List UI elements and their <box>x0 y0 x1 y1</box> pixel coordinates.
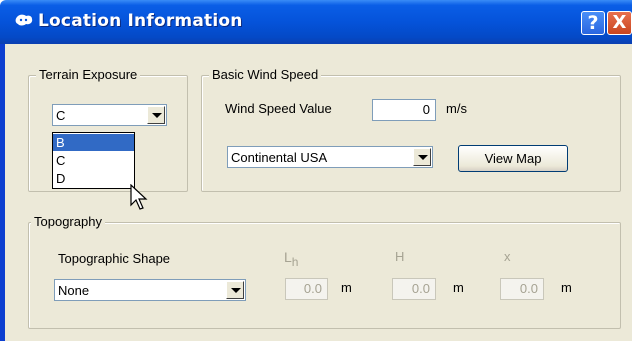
lh-label-main: L <box>284 249 292 265</box>
wind-speed-unit: m/s <box>446 101 467 116</box>
x-input[interactable]: 0.0 <box>500 278 544 300</box>
lh-label-sub: h <box>291 254 299 269</box>
dropdown-option-b[interactable]: B <box>53 134 134 151</box>
basic-wind-speed-label: Basic Wind Speed <box>209 67 322 82</box>
basic-wind-speed-group: Basic Wind Speed <box>201 67 621 192</box>
title-bar[interactable]: Location Information ? X <box>0 0 632 44</box>
topographic-shape-label: Topographic Shape <box>58 251 171 266</box>
terrain-exposure-dropdown: B C D <box>52 132 135 189</box>
chevron-down-icon[interactable] <box>413 148 431 166</box>
wind-speed-input[interactable]: 0 <box>372 99 436 121</box>
topographic-shape-select[interactable]: None <box>54 279 246 301</box>
location-information-dialog: Location Information ? X Terrain Exposur… <box>0 0 632 341</box>
help-button[interactable]: ? <box>581 11 605 35</box>
close-button[interactable]: X <box>607 11 632 35</box>
lh-label: Lh <box>284 249 298 269</box>
topography-label: Topography <box>31 214 105 229</box>
h-unit: m <box>453 280 464 295</box>
x-label: x <box>504 249 511 264</box>
h-input[interactable]: 0.0 <box>392 278 436 300</box>
terrain-exposure-select[interactable]: C <box>52 104 167 126</box>
mouse-pointer-icon <box>130 184 148 210</box>
lh-input[interactable]: 0.0 <box>285 278 328 300</box>
lh-unit: m <box>341 280 352 295</box>
terrain-exposure-value: C <box>56 108 66 123</box>
wind-region-select[interactable]: Continental USA <box>227 146 433 168</box>
wind-speed-value-label: Wind Speed Value <box>225 101 332 116</box>
chevron-down-icon[interactable] <box>147 106 165 124</box>
topography-group: Topography <box>28 214 621 329</box>
topographic-shape-value: None <box>58 283 90 298</box>
terrain-exposure-label: Terrain Exposure <box>36 67 141 82</box>
dropdown-option-d[interactable]: D <box>53 170 134 187</box>
wind-region-value: Continental USA <box>231 150 328 165</box>
view-map-button[interactable]: View Map <box>458 145 568 172</box>
chevron-down-icon[interactable] <box>226 281 244 299</box>
h-label: H <box>395 249 405 264</box>
x-unit: m <box>561 280 572 295</box>
window-title: Location Information <box>38 11 243 31</box>
dialog-body: Terrain Exposure C B C D Basic Wind Spee… <box>5 44 632 341</box>
app-icon <box>15 14 33 26</box>
dropdown-option-c[interactable]: C <box>53 152 134 169</box>
